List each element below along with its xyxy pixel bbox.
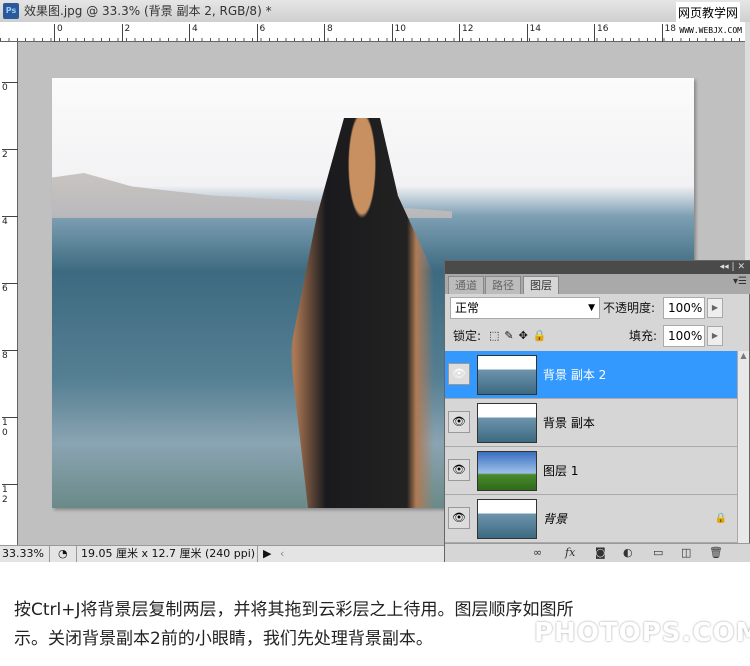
- ruler-tick: 2: [2, 149, 18, 160]
- tab-paths[interactable]: 路径: [485, 276, 521, 294]
- document-info: 19.05 厘米 x 12.7 厘米 (240 ppi): [76, 546, 258, 562]
- blend-mode-select[interactable]: 正常 ▼: [450, 297, 600, 319]
- chevron-down-icon: ▼: [588, 303, 595, 313]
- watermark-url: WWW.WEBJX.COM: [679, 26, 742, 35]
- ruler-tick: 14: [526, 24, 541, 42]
- fx-button[interactable]: fx: [565, 546, 575, 559]
- fill-label: 填充:: [629, 329, 658, 343]
- new-layer-icon[interactable]: ◫: [681, 546, 691, 559]
- layer-name: 背景: [543, 512, 568, 526]
- lock-icons[interactable]: ⬚✎✥🔒: [489, 325, 552, 347]
- woman-figure: [290, 118, 443, 508]
- collapse-icon[interactable]: ◂◂: [720, 262, 729, 272]
- watermark: 网页教学网: [675, 2, 740, 24]
- ruler-tick: 16: [594, 24, 608, 42]
- link-icon[interactable]: ∞: [533, 546, 542, 559]
- ruler-tick: 8: [324, 24, 333, 42]
- vertical-ruler[interactable]: 0 2 4 6 8 1 0 1 2: [0, 42, 18, 545]
- status-menu-arrow-icon[interactable]: ▶: [263, 546, 271, 562]
- layer-name: 背景 副本: [543, 416, 595, 430]
- ruler-tick: 6: [256, 24, 265, 42]
- ruler-tick: 12: [459, 24, 473, 42]
- lock-icon: 🔒: [714, 513, 727, 524]
- panel-menu-icon[interactable]: ▾☰: [733, 276, 747, 287]
- ruler-tick: 4: [2, 216, 18, 227]
- layer-name: 背景 副本 2: [543, 368, 607, 382]
- layer-name: 图层 1: [543, 464, 579, 478]
- ruler-tick: 0: [54, 24, 63, 42]
- eye-icon[interactable]: 👁: [448, 363, 470, 385]
- tab-layers[interactable]: 图层: [523, 276, 559, 294]
- close-icon[interactable]: ✕: [737, 262, 745, 272]
- tab-channels[interactable]: 通道: [448, 276, 484, 294]
- ruler-tick: 8: [2, 350, 18, 361]
- layer-thumbnail: [477, 451, 537, 491]
- panel-header: ◂◂ | ✕: [445, 261, 750, 274]
- ruler-tick: 1 2: [2, 484, 18, 505]
- zoom-level[interactable]: 33.33%: [2, 546, 50, 562]
- opacity-slider-button[interactable]: ▶: [707, 298, 723, 318]
- blend-mode-value: 正常: [455, 301, 480, 315]
- ruler-tick: 4: [189, 24, 198, 42]
- ruler-tick: 2: [121, 24, 130, 42]
- mask-icon[interactable]: ◙: [595, 546, 606, 559]
- layers-scrollbar[interactable]: ▲: [737, 351, 749, 543]
- ruler-tick: 1 0: [2, 417, 18, 438]
- fill-slider-button[interactable]: ▶: [707, 326, 723, 346]
- trash-icon[interactable]: 🗑: [709, 546, 723, 559]
- lock-label: 锁定:: [453, 329, 482, 343]
- eye-icon[interactable]: 👁: [448, 411, 470, 433]
- title-bar: Ps 效果图.jpg @ 33.3% (背景 副本 2, RGB/8) * 网页…: [0, 0, 750, 24]
- scroll-left-icon[interactable]: ‹: [280, 546, 284, 562]
- layer-row[interactable]: 👁 背景 🔒: [445, 495, 737, 543]
- status-icon[interactable]: ◔: [58, 546, 68, 562]
- opacity-label: 不透明度:: [603, 301, 656, 315]
- panel-toolbar: ∞ fx ◙ ◐ ▭ ◫ 🗑: [445, 543, 750, 562]
- watermark-photops: PHOTOPS.COM: [534, 618, 750, 648]
- layer-thumbnail: [477, 499, 537, 539]
- ruler-tick: 0: [2, 82, 18, 93]
- eye-icon[interactable]: 👁: [448, 459, 470, 481]
- ruler-tick: 18: [661, 24, 676, 42]
- opacity-input[interactable]: 100%: [663, 297, 705, 319]
- layer-row[interactable]: 👁 背景 副本: [445, 399, 737, 447]
- panel-tabs: 通道 路径 图层 ▾☰: [445, 274, 750, 294]
- adjustment-icon[interactable]: ◐: [623, 546, 633, 559]
- layer-thumbnail: [477, 355, 537, 395]
- layers-panel: ◂◂ | ✕ 通道 路径 图层 ▾☰ 正常 ▼ 不透明度: 100% ▶ 锁定: …: [444, 260, 750, 562]
- eye-icon[interactable]: 👁: [448, 507, 470, 529]
- document-title: 效果图.jpg @ 33.3% (背景 副本 2, RGB/8) *: [24, 4, 272, 18]
- ruler-tick: 10: [391, 24, 406, 42]
- layer-row[interactable]: 👁 图层 1: [445, 447, 737, 495]
- status-bar: 33.33% ◔ 19.05 厘米 x 12.7 厘米 (240 ppi) ▶ …: [0, 545, 444, 562]
- fill-input[interactable]: 100%: [663, 325, 705, 347]
- photoshop-icon: Ps: [3, 3, 19, 19]
- ruler-tick: 6: [2, 283, 18, 294]
- group-icon[interactable]: ▭: [653, 546, 663, 559]
- layer-thumbnail: [477, 403, 537, 443]
- layer-row[interactable]: 👁 背景 副本 2: [445, 351, 737, 399]
- horizontal-ruler[interactable]: 0 2 4 6 8 10 12 14 16 18: [0, 22, 745, 42]
